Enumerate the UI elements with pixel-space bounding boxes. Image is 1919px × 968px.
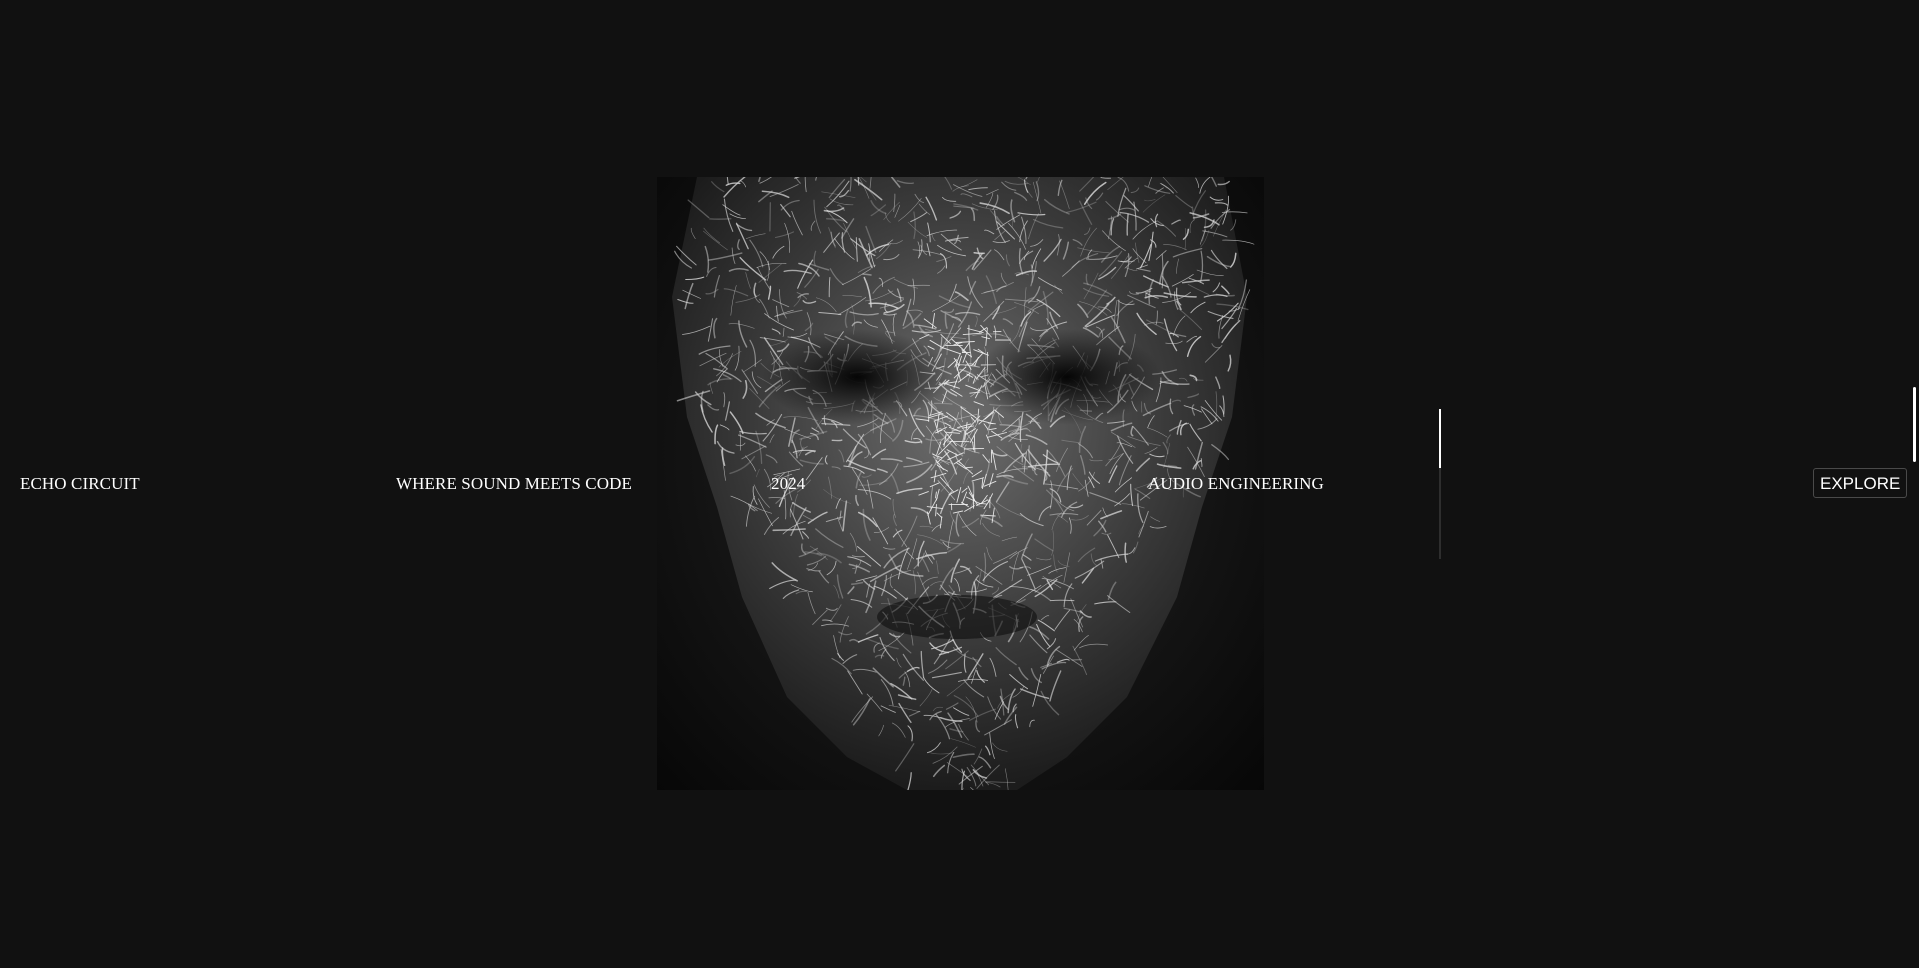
explore-button[interactable]: EXPLORE [1813, 468, 1908, 498]
left-eye-shadow [762, 329, 952, 425]
scrollbar-thumb[interactable] [1913, 387, 1916, 462]
scroll-progress-fill [1439, 409, 1441, 468]
scroll-progress-track [1439, 409, 1441, 559]
right-eye-shadow [972, 329, 1162, 425]
brand-name[interactable]: ECHO CIRCUIT [20, 474, 140, 494]
page: ECHO CIRCUIT WHERE SOUND MEETS CODE 2024… [0, 0, 1919, 968]
mouth-shadow [877, 595, 1037, 639]
tagline: WHERE SOUND MEETS CODE [396, 474, 632, 493]
year-label: 2024 [771, 474, 806, 493]
discipline-label: AUDIO ENGINEERING [1148, 474, 1324, 493]
